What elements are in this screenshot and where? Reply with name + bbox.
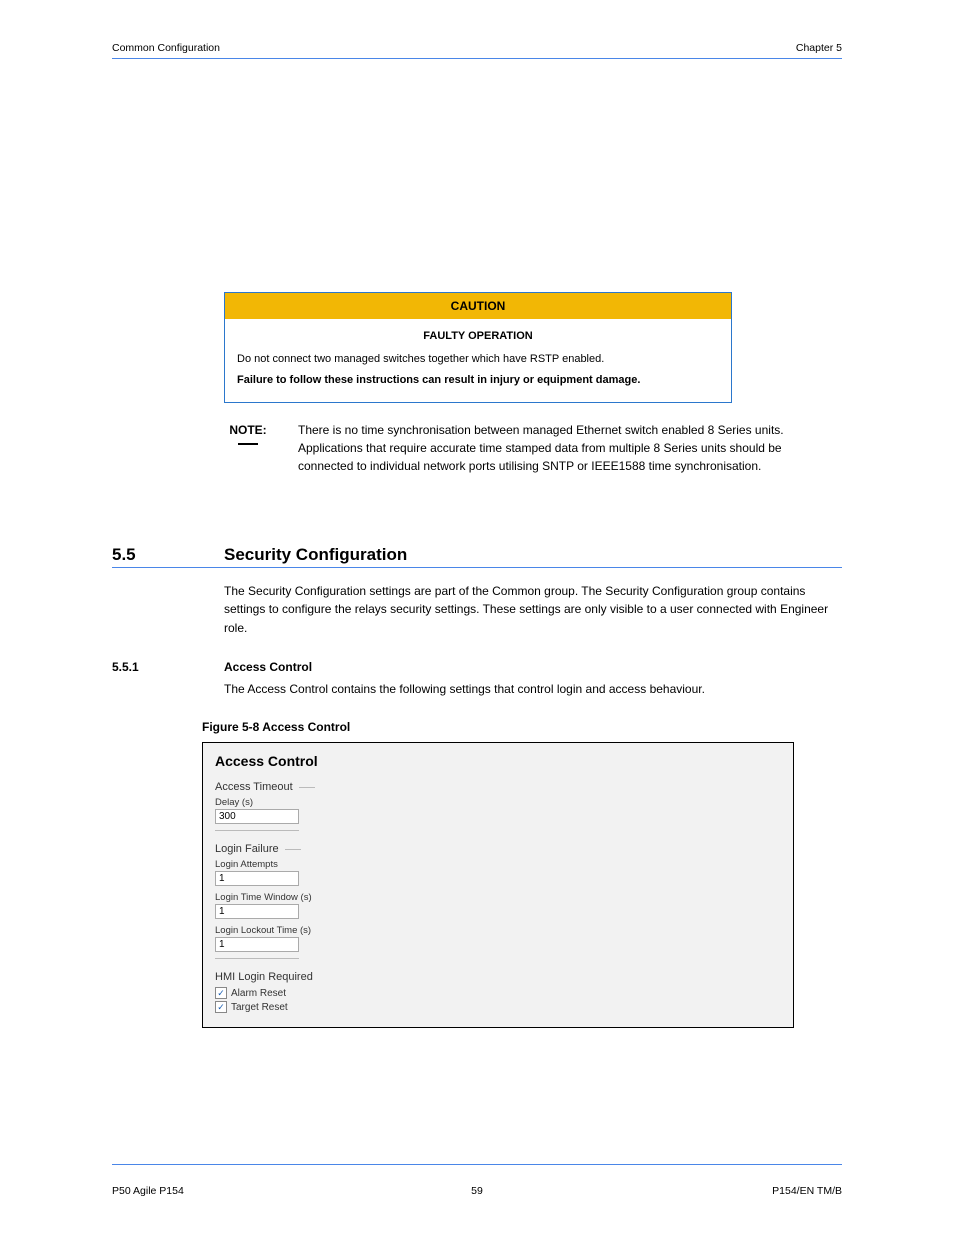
ac-delay-input[interactable] <box>215 809 299 824</box>
note-body: There is no time synchronisation between… <box>298 421 834 475</box>
header-left: Common Configuration <box>112 42 220 54</box>
footer-rule <box>112 1164 842 1165</box>
intro-paragraph: The 8 Series protection relays provide a… <box>224 221 834 258</box>
ac-lockout-input[interactable] <box>215 937 299 952</box>
section-number: 5.5 <box>112 545 224 565</box>
subsection-number: 5.5.1 <box>112 660 224 674</box>
section-paragraph: The Security Configuration settings are … <box>224 582 834 638</box>
ac-group-login-failure: Login Failure <box>215 843 301 855</box>
ac-target-reset-checkbox[interactable]: ✓ <box>215 1001 227 1013</box>
figure-caption: Figure 5-8 Access Control <box>202 720 842 734</box>
access-control-panel: Access Control Access Timeout Delay (s) … <box>202 742 794 1028</box>
header-right: Chapter 5 <box>796 42 842 54</box>
ac-lockout-label: Login Lockout Time (s) <box>215 925 781 936</box>
ac-group-access-timeout: Access Timeout <box>215 781 315 793</box>
caution-title: FAULTY OPERATION <box>237 329 719 344</box>
caution-header: CAUTION <box>225 293 731 319</box>
ac-attempts-input[interactable] <box>215 871 299 886</box>
caution-line-2: Failure to follow these instructions can… <box>237 373 719 388</box>
caution-box: CAUTION FAULTY OPERATION Do not connect … <box>224 292 732 403</box>
ac-window-label: Login Time Window (s) <box>215 892 781 903</box>
ac-alarm-reset-label: Alarm Reset <box>231 988 286 999</box>
ac-target-reset-label: Target Reset <box>231 1002 288 1013</box>
caution-line-1: Do not connect two managed switches toge… <box>237 352 719 367</box>
ac-panel-title: Access Control <box>215 753 781 769</box>
caution-header-text: CAUTION <box>451 299 506 313</box>
header-rule <box>112 58 842 59</box>
footer-page-number: 59 <box>471 1185 483 1197</box>
footer-left: P50 Agile P154 <box>112 1185 184 1197</box>
note-label: NOTE: <box>224 421 272 475</box>
ac-alarm-reset-checkbox[interactable]: ✓ <box>215 987 227 999</box>
section-title: Security Configuration <box>224 545 407 565</box>
ac-delay-label: Delay (s) <box>215 797 781 808</box>
subsection-title: Access Control <box>224 660 312 674</box>
footer-right: P154/EN TM/B <box>772 1185 842 1197</box>
ac-attempts-label: Login Attempts <box>215 859 781 870</box>
ac-group-hmi-login: HMI Login Required <box>215 971 313 983</box>
subsection-paragraph: The Access Control contains the followin… <box>224 680 834 699</box>
section-rule <box>112 567 842 568</box>
ac-window-input[interactable] <box>215 904 299 919</box>
